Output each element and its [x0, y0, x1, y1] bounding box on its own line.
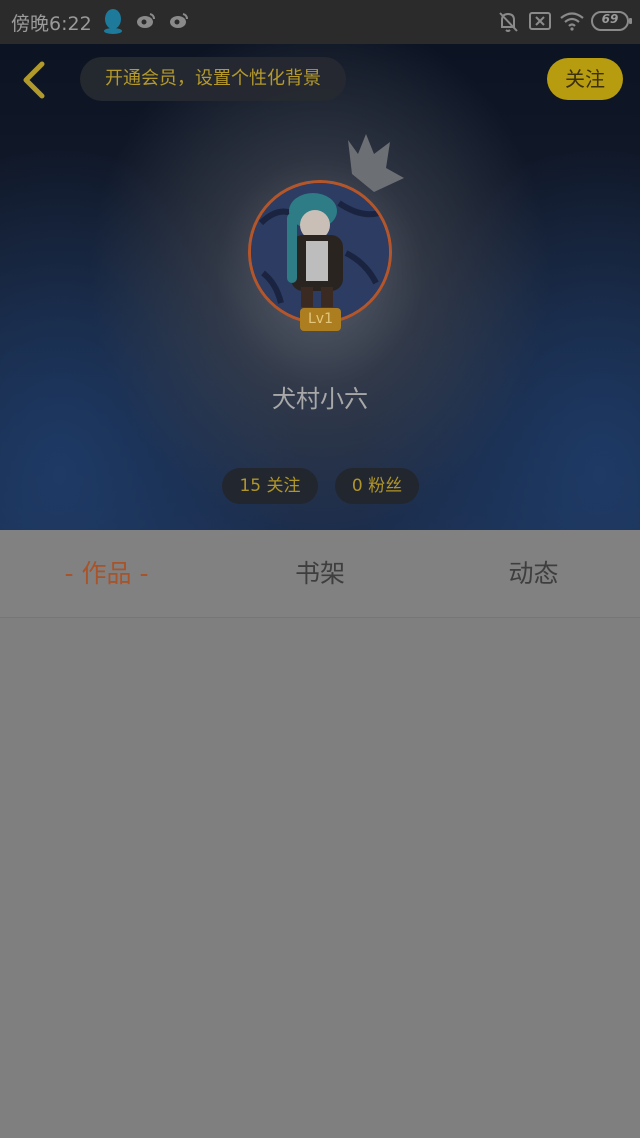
weibo-icon: [136, 12, 156, 34]
username: 犬村小六: [272, 385, 368, 413]
fans-count[interactable]: 0 粉丝: [335, 468, 419, 504]
avatar[interactable]: [248, 180, 392, 324]
tab-works[interactable]: - 作品 -: [0, 530, 213, 617]
battery-level: 69: [601, 12, 619, 26]
status-bar: 傍晚6:22 69: [0, 0, 640, 44]
avatar-image: [251, 183, 389, 321]
vip-banner[interactable]: 开通会员，设置个性化背景: [80, 57, 346, 101]
tab-content: [0, 618, 640, 1138]
follow-button[interactable]: 关注: [547, 58, 623, 100]
battery-icon: 69: [591, 11, 633, 35]
weibo-icon: [169, 12, 189, 34]
qq-icon: [101, 8, 125, 38]
following-count[interactable]: 15 关注: [222, 468, 318, 504]
chevron-left-icon: [23, 61, 45, 99]
level-badge: Lv1: [300, 308, 341, 331]
sim-off-icon: [529, 12, 551, 34]
tab-bar: - 作品 - 书架 动态: [0, 530, 640, 618]
back-button[interactable]: [14, 58, 54, 102]
profile-header: 开通会员，设置个性化背景 关注 Lv1 犬村小六 15 关注 0 粉丝: [0, 44, 640, 530]
tab-activity[interactable]: 动态: [427, 530, 640, 617]
wifi-icon: [559, 11, 585, 35]
status-time: 傍晚6:22: [11, 13, 92, 35]
tab-bookshelf[interactable]: 书架: [213, 530, 427, 617]
bell-muted-icon: [497, 10, 519, 38]
